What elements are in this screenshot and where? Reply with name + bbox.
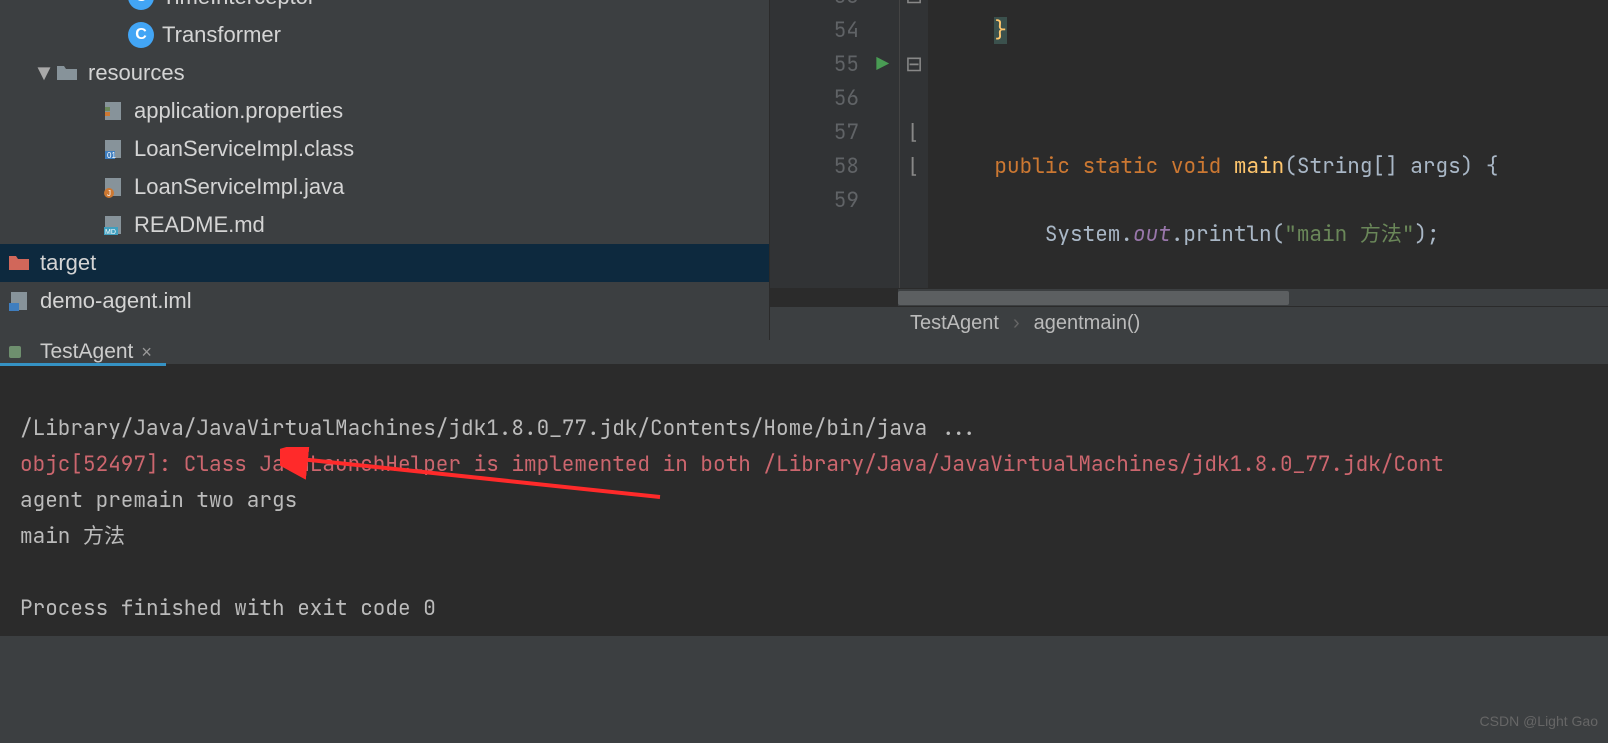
- tree-item-transformer[interactable]: C Transformer: [0, 16, 769, 54]
- tree-label: Transformer: [162, 22, 281, 48]
- tree-item-partial[interactable]: C TimeInterceptor: [0, 0, 769, 16]
- markdown-file-icon: MD: [100, 212, 126, 238]
- tree-item-target[interactable]: target: [0, 244, 769, 282]
- tree-label: README.md: [134, 212, 265, 238]
- line-number: 54: [770, 14, 859, 48]
- gutter[interactable]: 53 54 55▶ 56 57 58 59: [770, 0, 900, 288]
- line-number: 58: [770, 150, 859, 184]
- line-number: 53: [770, 0, 859, 14]
- class-icon: C: [128, 22, 154, 48]
- breadcrumb-class[interactable]: TestAgent: [910, 312, 999, 335]
- fold-column[interactable]: ⊟ ⊟ ⌊ ⌊: [900, 0, 928, 288]
- run-panel: TestAgent × /Library/Java/JavaVirtualMac…: [0, 340, 1608, 636]
- run-tab-testagent[interactable]: TestAgent ×: [0, 342, 166, 366]
- chevron-down-icon[interactable]: ▼: [34, 60, 54, 86]
- folder-icon: [54, 60, 80, 86]
- folder-orange-icon: [6, 250, 32, 276]
- tree-label: LoanServiceImpl.class: [134, 136, 354, 162]
- console-line: agent premain two args: [20, 487, 297, 514]
- class-icon: C: [128, 0, 154, 10]
- run-tab-label: TestAgent: [40, 340, 133, 364]
- class-file-icon: 01: [100, 136, 126, 162]
- line-number: 56: [770, 82, 859, 116]
- tree-item-loan-java[interactable]: J LoanServiceImpl.java: [0, 168, 769, 206]
- properties-file-icon: [100, 98, 126, 124]
- tree-item-app-props[interactable]: application.properties: [0, 92, 769, 130]
- line-number: 57: [770, 116, 859, 150]
- project-tree[interactable]: C TimeInterceptor C Transformer ▼ resour…: [0, 0, 770, 340]
- editor-horizontal-scrollbar[interactable]: [898, 288, 1608, 306]
- breadcrumb-method[interactable]: agentmain(): [1034, 312, 1141, 335]
- scrollbar-thumb[interactable]: [898, 291, 1289, 305]
- java-file-icon: J: [100, 174, 126, 200]
- console-line: /Library/Java/JavaVirtualMachines/jdk1.8…: [20, 415, 978, 442]
- close-icon[interactable]: ×: [141, 342, 152, 363]
- code-editor[interactable]: 53 54 55▶ 56 57 58 59 ⊟ ⊟ ⌊ ⌊ } public s…: [770, 0, 1608, 340]
- run-tabs: TestAgent ×: [0, 340, 1608, 367]
- line-number: 59: [770, 184, 859, 218]
- tree-label: LoanServiceImpl.java: [134, 174, 344, 200]
- tree-label: resources: [88, 60, 185, 86]
- run-config-icon: [6, 343, 24, 361]
- watermark: CSDN @Light Gao: [1480, 703, 1598, 739]
- console-line: main 方法: [20, 523, 125, 550]
- tree-label: application.properties: [134, 98, 343, 124]
- line-number: 55▶: [770, 48, 859, 82]
- svg-text:MD: MD: [105, 229, 116, 236]
- iml-file-icon: [6, 288, 32, 314]
- console-output[interactable]: /Library/Java/JavaVirtualMachines/jdk1.8…: [0, 367, 1608, 743]
- breadcrumbs[interactable]: TestAgent › agentmain(): [770, 306, 1608, 340]
- tree-item-resources[interactable]: ▼ resources: [0, 54, 769, 92]
- console-line-error: objc[52497]: Class JavaLaunchHelper is i…: [20, 451, 1444, 478]
- tree-item-readme[interactable]: MD README.md: [0, 206, 769, 244]
- tree-label: target: [40, 250, 96, 276]
- chevron-right-icon: ›: [1013, 312, 1020, 335]
- code-area[interactable]: } public static void main(String[] args)…: [928, 0, 1608, 288]
- tree-label: TimeInterceptor: [162, 0, 315, 10]
- console-line: Process finished with exit code 0: [20, 595, 436, 622]
- run-gutter-icon[interactable]: ▶: [876, 48, 889, 82]
- tree-item-iml[interactable]: demo-agent.iml: [0, 282, 769, 320]
- svg-text:J: J: [107, 189, 111, 198]
- tree-item-loan-class[interactable]: 01 LoanServiceImpl.class: [0, 130, 769, 168]
- svg-text:01: 01: [107, 151, 116, 160]
- tree-label: demo-agent.iml: [40, 288, 192, 314]
